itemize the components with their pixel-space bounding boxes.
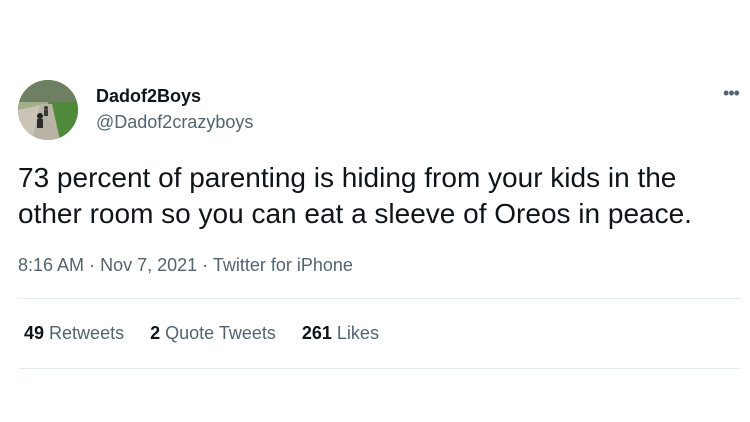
- divider: [18, 298, 740, 299]
- tweet-source[interactable]: Twitter for iPhone: [213, 255, 353, 275]
- tweet-text: 73 percent of parenting is hiding from y…: [18, 162, 692, 229]
- divider: [18, 368, 740, 369]
- quote-tweets-stat[interactable]: 2 Quote Tweets: [150, 323, 276, 344]
- avatar-photo: [18, 80, 78, 140]
- likes-stat[interactable]: 261 Likes: [302, 323, 379, 344]
- retweets-count: 49: [24, 323, 45, 343]
- display-name[interactable]: Dadof2Boys: [96, 86, 201, 107]
- meta-separator: ·: [202, 255, 209, 275]
- tweet-meta: 8:16 AM · Nov 7, 2021 · Twitter for iPho…: [18, 255, 353, 276]
- meta-separator: ·: [89, 255, 96, 275]
- tweet-stats: 49 Retweets 2 Quote Tweets 261 Likes: [24, 323, 379, 344]
- quote-tweets-label: Quote Tweets: [165, 323, 276, 343]
- retweets-label: Retweets: [49, 323, 125, 343]
- tweet-card: Dadof2Boys @Dadof2crazyboys ••• 73 perce…: [0, 0, 750, 422]
- ellipsis-icon[interactable]: •••: [718, 82, 744, 104]
- likes-label: Likes: [336, 323, 379, 343]
- quote-tweets-count: 2: [150, 323, 161, 343]
- retweets-stat[interactable]: 49 Retweets: [24, 323, 124, 344]
- tweet-date[interactable]: Nov 7, 2021: [100, 255, 197, 275]
- avatar[interactable]: [18, 80, 78, 140]
- likes-count: 261: [301, 323, 332, 343]
- user-handle[interactable]: @Dadof2crazyboys: [96, 112, 253, 133]
- tweet-time[interactable]: 8:16 AM: [18, 255, 84, 275]
